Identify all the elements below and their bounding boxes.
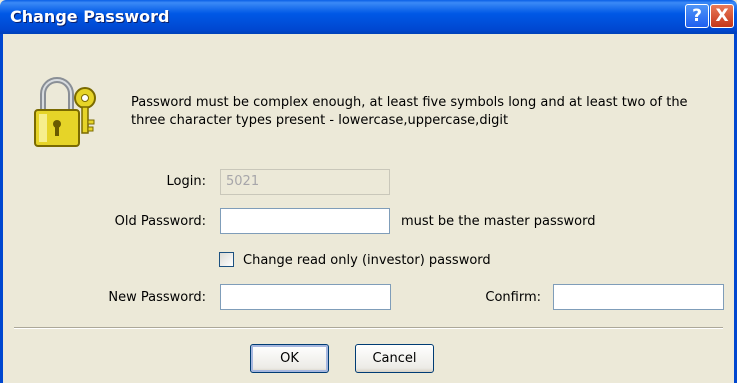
investor-password-checkbox[interactable] xyxy=(219,252,234,267)
confirm-label: Confirm: xyxy=(485,290,541,305)
login-label: Login: xyxy=(166,174,206,189)
cancel-button[interactable]: Cancel xyxy=(355,344,434,373)
old-password-field[interactable] xyxy=(220,208,390,234)
login-field: 5021 xyxy=(220,169,390,195)
investor-password-checkbox-label[interactable]: Change read only (investor) password xyxy=(243,253,491,269)
help-icon[interactable]: ? xyxy=(685,4,709,28)
new-password-field[interactable] xyxy=(220,284,391,310)
old-password-hint: must be the master password xyxy=(401,214,596,229)
ok-button[interactable]: OK xyxy=(250,344,329,373)
title-bar[interactable]: Change Password ? X xyxy=(0,0,737,34)
separator xyxy=(14,327,723,329)
new-password-label: New Password: xyxy=(108,290,206,305)
close-icon[interactable]: X xyxy=(710,4,734,28)
password-requirements-text: Password must be complex enough, at leas… xyxy=(131,95,688,128)
window-title: Change Password xyxy=(10,7,170,26)
old-password-label: Old Password: xyxy=(114,214,206,229)
confirm-password-field[interactable] xyxy=(553,284,724,310)
lock-keys-icon xyxy=(34,77,96,147)
